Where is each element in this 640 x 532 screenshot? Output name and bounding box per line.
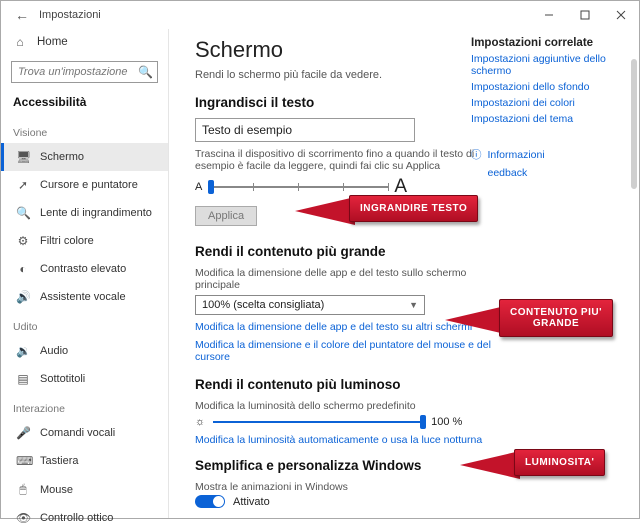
related-link-screen[interactable]: Impostazioni aggiuntive dello schermo bbox=[471, 53, 621, 77]
home-button[interactable]: ⌂ Home bbox=[1, 29, 168, 55]
related-settings: Impostazioni correlate Impostazioni aggi… bbox=[471, 37, 621, 180]
group-label-visione: Visione bbox=[1, 117, 168, 143]
search-input[interactable] bbox=[11, 61, 158, 83]
nav-label: Contrasto elevato bbox=[40, 263, 126, 275]
small-a-icon: A bbox=[195, 181, 202, 193]
nav-label: Lente di ingrandimento bbox=[40, 207, 152, 219]
apply-button[interactable]: Applica bbox=[195, 206, 257, 226]
scale-hint: Modifica la dimensione delle app e del t… bbox=[195, 267, 495, 291]
search-icon: 🔍 bbox=[138, 65, 153, 79]
back-button[interactable]: ← bbox=[11, 7, 33, 23]
nav-label: Cursore e puntatore bbox=[40, 179, 138, 191]
nav-label: Schermo bbox=[40, 151, 84, 163]
callout-contenuto: CONTENUTO PIU'GRANDE bbox=[499, 299, 613, 337]
animations-toggle[interactable] bbox=[195, 495, 225, 508]
sidebar-item-tastiera[interactable]: ⌨ Tastiera bbox=[1, 447, 168, 475]
content: Schermo Rendi lo schermo più facile da v… bbox=[169, 29, 639, 518]
audio-icon: 🔉 bbox=[16, 344, 30, 358]
brightness-icon: ☼ bbox=[195, 416, 205, 428]
text-size-hint: Trascina il dispositivo di scorrimento f… bbox=[195, 148, 495, 172]
related-heading: Impostazioni correlate bbox=[471, 37, 621, 49]
nav-label: Filtri colore bbox=[40, 235, 94, 247]
group-label-interazione: Interazione bbox=[1, 393, 168, 419]
group-label-udito: Udito bbox=[1, 311, 168, 337]
minimize-button[interactable] bbox=[531, 1, 567, 29]
sidebar-item-cursore[interactable]: ➚ Cursore e puntatore bbox=[1, 171, 168, 199]
info-link[interactable]: Informazioni bbox=[488, 149, 545, 161]
contrast-icon: ◐ bbox=[16, 262, 30, 276]
nav-label: Tastiera bbox=[40, 455, 79, 467]
narrator-icon: 🔊 bbox=[16, 290, 30, 304]
search-container: 🔍 bbox=[11, 61, 158, 83]
brightness-value: 100 % bbox=[431, 416, 462, 428]
window-title: Impostazioni bbox=[39, 9, 101, 21]
related-link-theme[interactable]: Impostazioni del tema bbox=[471, 113, 621, 125]
home-label: Home bbox=[37, 36, 68, 48]
sidebar: ⌂ Home 🔍 Accessibilità Visione 🖥 Schermo… bbox=[1, 29, 169, 518]
brightness-slider[interactable]: ☼ 100 % bbox=[195, 416, 619, 428]
sidebar-item-controllo-ottico[interactable]: 👁 Controllo ottico bbox=[1, 504, 168, 532]
sidebar-active: Accessibilità bbox=[1, 91, 168, 117]
voice-icon: 🎤 bbox=[16, 426, 30, 440]
sidebar-item-assistente[interactable]: 🔊 Assistente vocale bbox=[1, 283, 168, 311]
scale-value: 100% (scelta consigliata) bbox=[202, 299, 324, 311]
related-link-background[interactable]: Impostazioni dello sfondo bbox=[471, 81, 621, 93]
nav-label: Mouse bbox=[40, 484, 73, 496]
scrollbar-thumb[interactable] bbox=[631, 59, 637, 189]
nav-label: Audio bbox=[40, 345, 68, 357]
nav-label: Assistente vocale bbox=[40, 291, 126, 303]
brightness-track[interactable] bbox=[213, 421, 423, 423]
scale-dropdown[interactable]: 100% (scelta consigliata) ▼ bbox=[195, 295, 425, 315]
maximize-button[interactable] bbox=[567, 1, 603, 29]
toggle-state: Attivato bbox=[233, 496, 270, 508]
brightness-hint: Modifica la luminosità dello schermo pre… bbox=[195, 400, 495, 412]
sidebar-item-schermo[interactable]: 🖥 Schermo bbox=[1, 143, 168, 171]
magnifier-icon: 🔍 bbox=[16, 206, 30, 220]
sidebar-item-lente[interactable]: 🔍 Lente di ingrandimento bbox=[1, 199, 168, 227]
eye-icon: 👁 bbox=[16, 511, 30, 525]
brightness-thumb[interactable] bbox=[420, 415, 426, 429]
section-contenuto-heading: Rendi il contenuto più grande bbox=[195, 244, 619, 259]
related-link-colors[interactable]: Impostazioni dei colori bbox=[471, 97, 621, 109]
link-night-light[interactable]: Modifica la luminosità automaticamente o… bbox=[195, 434, 505, 446]
keyboard-icon: ⌨ bbox=[16, 454, 30, 468]
section-luminoso-heading: Rendi il contenuto più luminoso bbox=[195, 377, 619, 392]
slider-track[interactable] bbox=[208, 186, 388, 188]
feedback-link[interactable]: eedback bbox=[488, 167, 528, 179]
nav-label: Controllo ottico bbox=[40, 512, 113, 524]
close-button[interactable] bbox=[603, 1, 639, 29]
nav-label: Comandi vocali bbox=[40, 427, 115, 439]
scrollbar[interactable] bbox=[631, 59, 637, 514]
info-icon: ⓘ bbox=[471, 147, 482, 162]
caption-icon: ▤ bbox=[16, 372, 30, 386]
sidebar-item-filtri[interactable]: ⚙ Filtri colore bbox=[1, 227, 168, 255]
display-icon: 🖥 bbox=[16, 150, 30, 164]
sidebar-item-sottotitoli[interactable]: ▤ Sottotitoli bbox=[1, 365, 168, 393]
slider-thumb[interactable] bbox=[208, 180, 214, 194]
sample-text-box: Testo di esempio bbox=[195, 118, 415, 142]
filter-icon: ⚙ bbox=[16, 234, 30, 248]
mouse-icon: 🖱 bbox=[16, 482, 30, 497]
sidebar-item-audio[interactable]: 🔉 Audio bbox=[1, 337, 168, 365]
link-other-screens[interactable]: Modifica la dimensione delle app e del t… bbox=[195, 321, 505, 333]
home-icon: ⌂ bbox=[13, 35, 27, 49]
cursor-icon: ➚ bbox=[16, 178, 30, 192]
section-simplify-heading: Semplifica e personalizza Windows bbox=[195, 458, 619, 473]
sidebar-item-comandi-vocali[interactable]: 🎤 Comandi vocali bbox=[1, 419, 168, 447]
nav-label: Sottotitoli bbox=[40, 373, 85, 385]
anim-label: Mostra le animazioni in Windows bbox=[195, 481, 495, 493]
big-a-icon: A bbox=[394, 176, 407, 198]
sidebar-item-contrasto[interactable]: ◐ Contrasto elevato bbox=[1, 255, 168, 283]
chevron-down-icon: ▼ bbox=[409, 300, 418, 310]
sidebar-item-mouse[interactable]: 🖱 Mouse bbox=[1, 475, 168, 504]
callout-ingrandire: INGRANDIRE TESTO bbox=[349, 195, 478, 222]
link-mouse-cursor[interactable]: Modifica la dimensione e il colore del p… bbox=[195, 339, 505, 363]
